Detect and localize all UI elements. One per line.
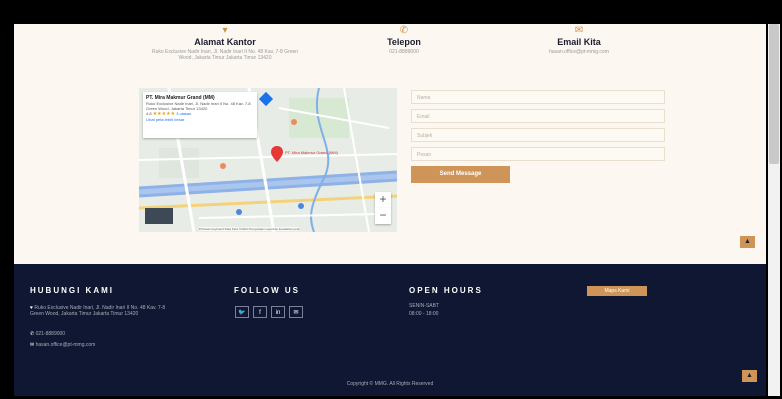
google-map[interactable]: PT. Mira Makmur Grand (MM) Ruko Exclusiv… <box>139 88 397 232</box>
larger-map-link[interactable]: Lihat peta lebih besar <box>146 117 254 122</box>
contact-form: Nama Email Subjek Pesan Send Message <box>411 90 665 183</box>
name-input[interactable]: Nama <box>411 90 665 104</box>
office-address-block: ▾ Alamat Kantor Ruko Exclusive Nadir Ina… <box>150 25 300 62</box>
email-title: Email Kita <box>557 37 601 47</box>
copyright: Copyright © MMG. All Rights Reserved <box>346 381 434 387</box>
contact-page: ▾ Alamat Kantor Ruko Exclusive Nadir Ina… <box>14 24 766 396</box>
phone-block: ✆ Telepon 021-8889000 <box>354 25 454 56</box>
poi-marker <box>298 203 304 209</box>
maps-button[interactable]: Maps Kami <box>587 286 647 296</box>
place-address: Ruko Exclusive Nadir Inari, Jl. Nadir In… <box>146 101 251 111</box>
poi-marker <box>291 119 297 125</box>
satellite-toggle[interactable] <box>145 208 173 224</box>
facebook-icon[interactable]: f <box>253 306 267 318</box>
envelope-icon: ✉ <box>30 342 35 348</box>
envelope-icon: ✉ <box>574 25 584 36</box>
map-marker-icon: ▾ <box>222 25 228 36</box>
hours-heading: OPEN HOURS <box>409 286 483 295</box>
phone-number: 021-8889000 <box>389 49 419 55</box>
hours-time: 08:00 - 18:00 <box>409 311 439 317</box>
email-address: hasan.office@pt-mmg.com <box>549 49 609 55</box>
phone-title: Telepon <box>387 37 421 47</box>
reviews-link[interactable]: 3 ulasan <box>176 111 191 116</box>
send-message-button[interactable]: Send Message <box>411 166 510 183</box>
subject-input[interactable]: Subjek <box>411 128 665 142</box>
email-share-icon[interactable]: ✉ <box>289 306 303 318</box>
place-card: PT. Mira Makmur Grand (MM) Ruko Exclusiv… <box>143 92 257 138</box>
place-rating: 4.8 <box>146 111 152 116</box>
email-input[interactable]: Email <box>411 109 665 123</box>
email-block: ✉ Email Kita hasan.office@pt-mmg.com <box>519 25 639 56</box>
footer-phone: ✆ 021-8889000 <box>30 331 66 337</box>
poi-marker <box>236 209 242 215</box>
footer <box>14 264 766 396</box>
hours-days: SENIN-SABT <box>409 303 440 309</box>
pin-label: PT. Mira Makmur Grand (MM) <box>285 150 338 155</box>
scroll-top-button[interactable]: ▲ <box>742 370 757 382</box>
zoom-out-button[interactable]: − <box>375 208 391 224</box>
linkedin-icon[interactable]: in <box>271 306 285 318</box>
phone-icon: ✆ <box>30 331 35 337</box>
back-to-top-button[interactable]: ▲ <box>740 236 755 248</box>
footer-email: ✉ hasan.office@pt-mmg.com <box>30 342 96 348</box>
poi-marker <box>220 163 226 169</box>
office-title: Alamat Kantor <box>194 37 256 47</box>
contact-heading: HUBUNGI KAMI <box>30 286 114 295</box>
scrollbar-thumb[interactable] <box>769 24 779 164</box>
message-input[interactable]: Pesan <box>411 147 665 161</box>
twitter-icon[interactable]: 🐦 <box>235 306 249 318</box>
office-address: Ruko Exclusive Nadir Inari, Jl. Nadir In… <box>151 49 299 61</box>
phone-icon: ✆ <box>399 25 409 36</box>
zoom-in-button[interactable]: + <box>375 192 391 208</box>
follow-heading: FOLLOW US <box>234 286 300 295</box>
map-attribution: Pintasan keyboard Data Peta ©2024 Persya… <box>199 227 300 231</box>
footer-address: ♥ Ruko Exclusive Nadir Inari, Jl. Nadir … <box>30 305 166 317</box>
